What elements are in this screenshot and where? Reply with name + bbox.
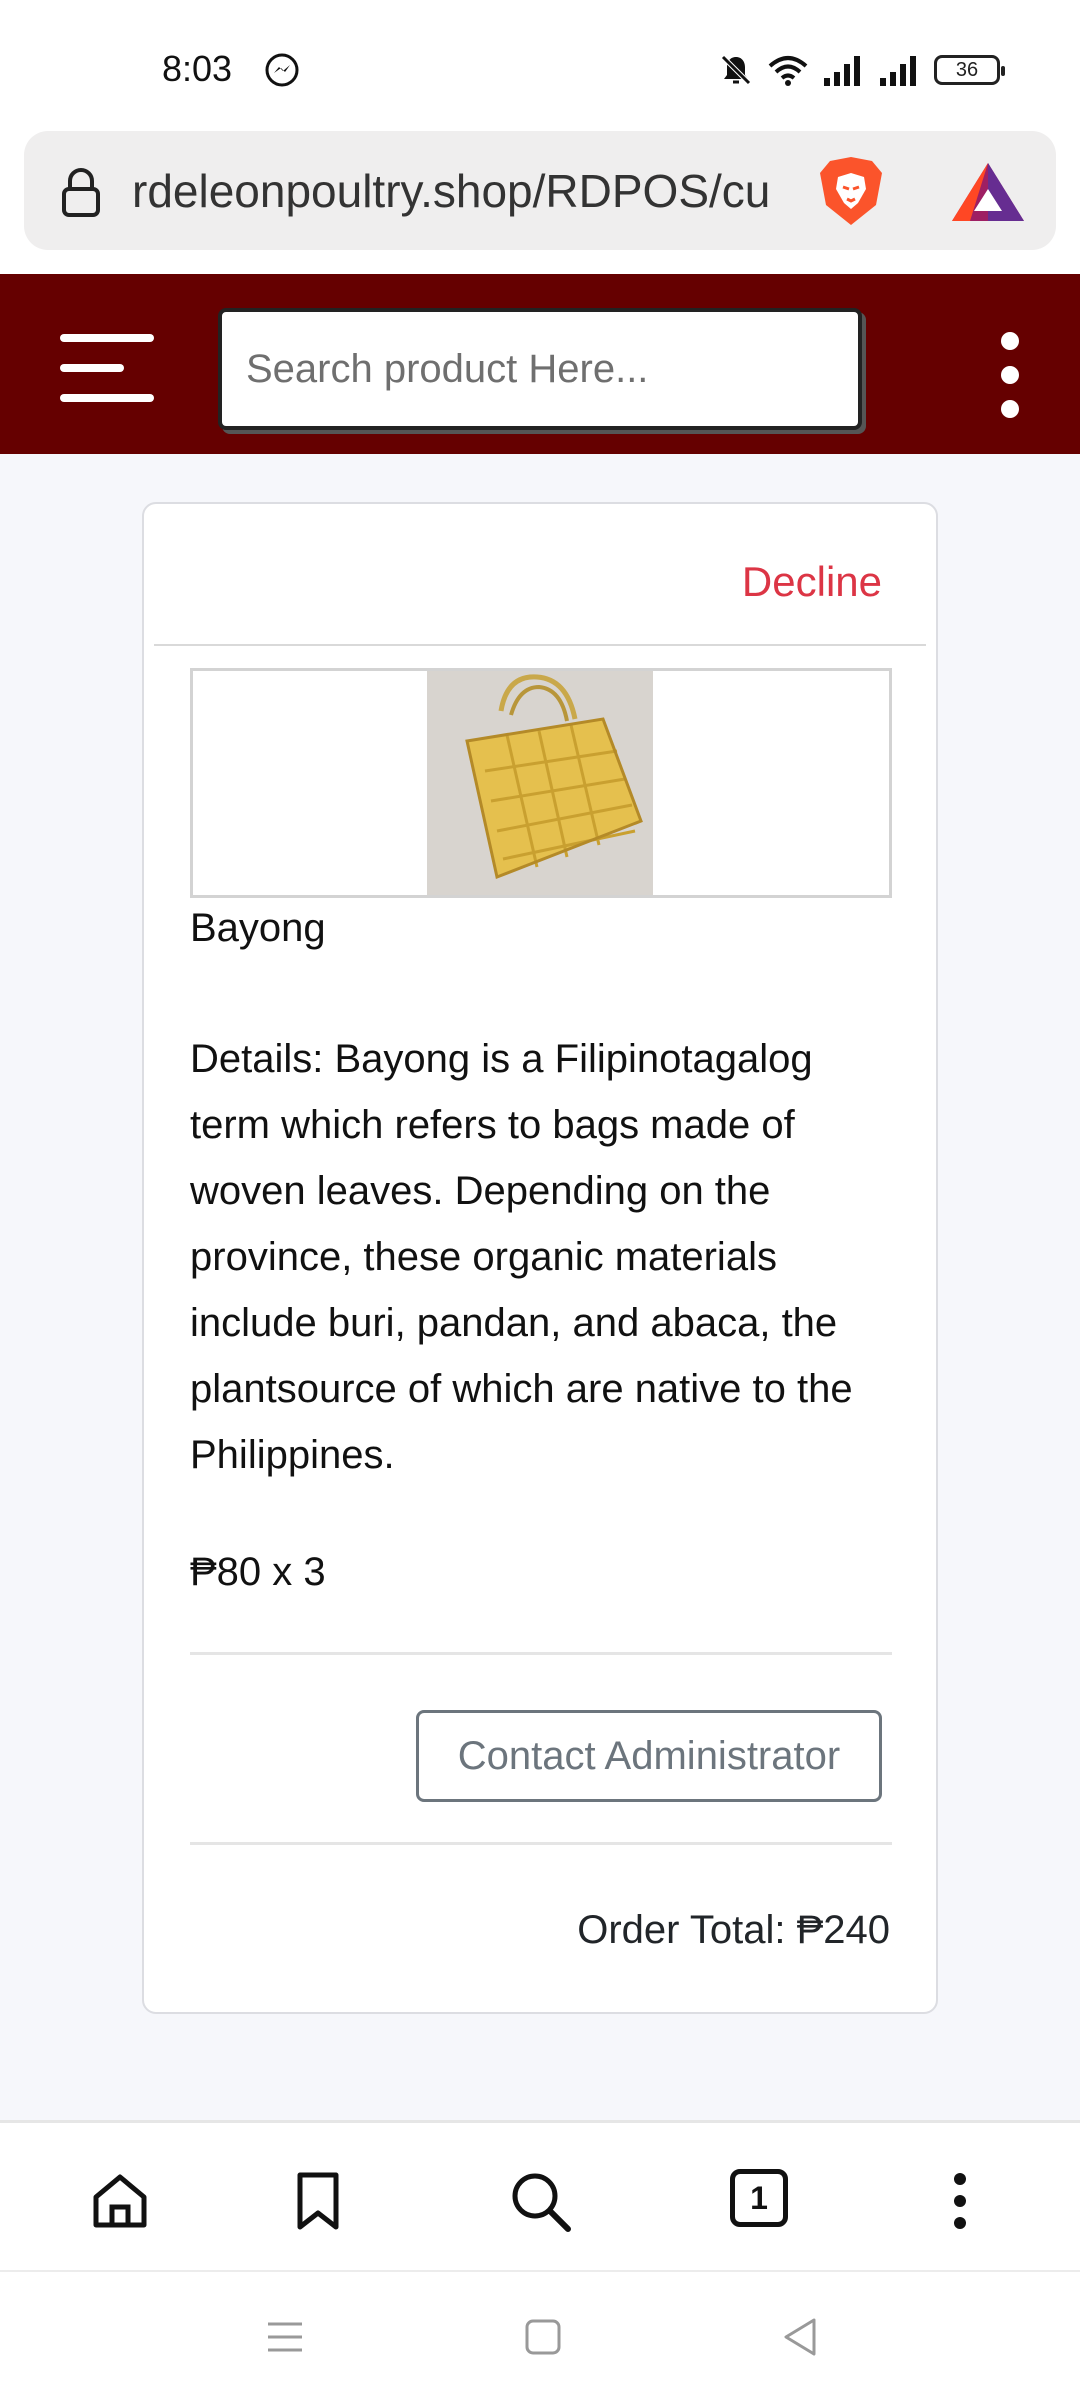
browser-bottom-toolbar: 1 xyxy=(0,2120,1080,2270)
more-options-icon[interactable] xyxy=(990,332,1030,432)
product-image-frame xyxy=(190,668,892,898)
signal-icon xyxy=(824,56,860,86)
search-icon[interactable] xyxy=(508,2169,572,2233)
status-icons: 36 xyxy=(718,50,1005,90)
brave-shields-icon[interactable] xyxy=(816,153,886,229)
order-total: Order Total: ₱240 xyxy=(577,1908,890,1952)
system-navigation-bar xyxy=(0,2270,1080,2400)
product-image xyxy=(427,671,653,895)
menu-icon[interactable] xyxy=(60,334,154,406)
bat-rewards-icon[interactable] xyxy=(948,159,1028,225)
tabs-button[interactable]: 1 xyxy=(730,2169,794,2233)
home-button-icon[interactable] xyxy=(518,2312,568,2362)
signal-icon-2 xyxy=(880,56,916,86)
status-time: 8:03 xyxy=(162,48,233,89)
product-name: Bayong xyxy=(190,906,326,950)
product-details: Details: Bayong is a Filipinotagalog ter… xyxy=(190,1037,853,1477)
url-text[interactable]: rdeleonpoultry.shop/RDPOS/cu xyxy=(132,161,812,221)
browser-menu-icon[interactable] xyxy=(928,2169,992,2233)
battery-icon: 36 xyxy=(934,55,1005,85)
bookmark-icon[interactable] xyxy=(286,2169,350,2233)
divider xyxy=(190,1842,892,1845)
divider xyxy=(190,1652,892,1655)
price-quantity: ₱80 x 3 xyxy=(190,1550,326,1594)
contact-administrator-button[interactable]: Contact Administrator xyxy=(416,1710,882,1802)
decline-link[interactable]: Decline xyxy=(742,558,882,606)
mute-icon xyxy=(721,55,751,85)
status-bar: 8:03 36 xyxy=(0,0,1080,130)
divider xyxy=(154,644,926,646)
order-card: Decline Bayong Details: Bayong is a Fili… xyxy=(142,502,938,2014)
messenger-icon xyxy=(265,53,299,87)
app-header xyxy=(0,274,1080,454)
back-icon[interactable] xyxy=(776,2312,826,2362)
lock-icon[interactable] xyxy=(56,167,106,217)
recents-icon[interactable] xyxy=(260,2312,310,2362)
search-input[interactable] xyxy=(218,308,862,430)
main-content: Decline Bayong Details: Bayong is a Fili… xyxy=(0,454,1080,2120)
address-bar[interactable]: rdeleonpoultry.shop/RDPOS/cu xyxy=(24,131,1056,250)
tab-count: 1 xyxy=(730,2169,788,2227)
home-icon[interactable] xyxy=(88,2169,152,2233)
wifi-icon xyxy=(768,56,808,86)
